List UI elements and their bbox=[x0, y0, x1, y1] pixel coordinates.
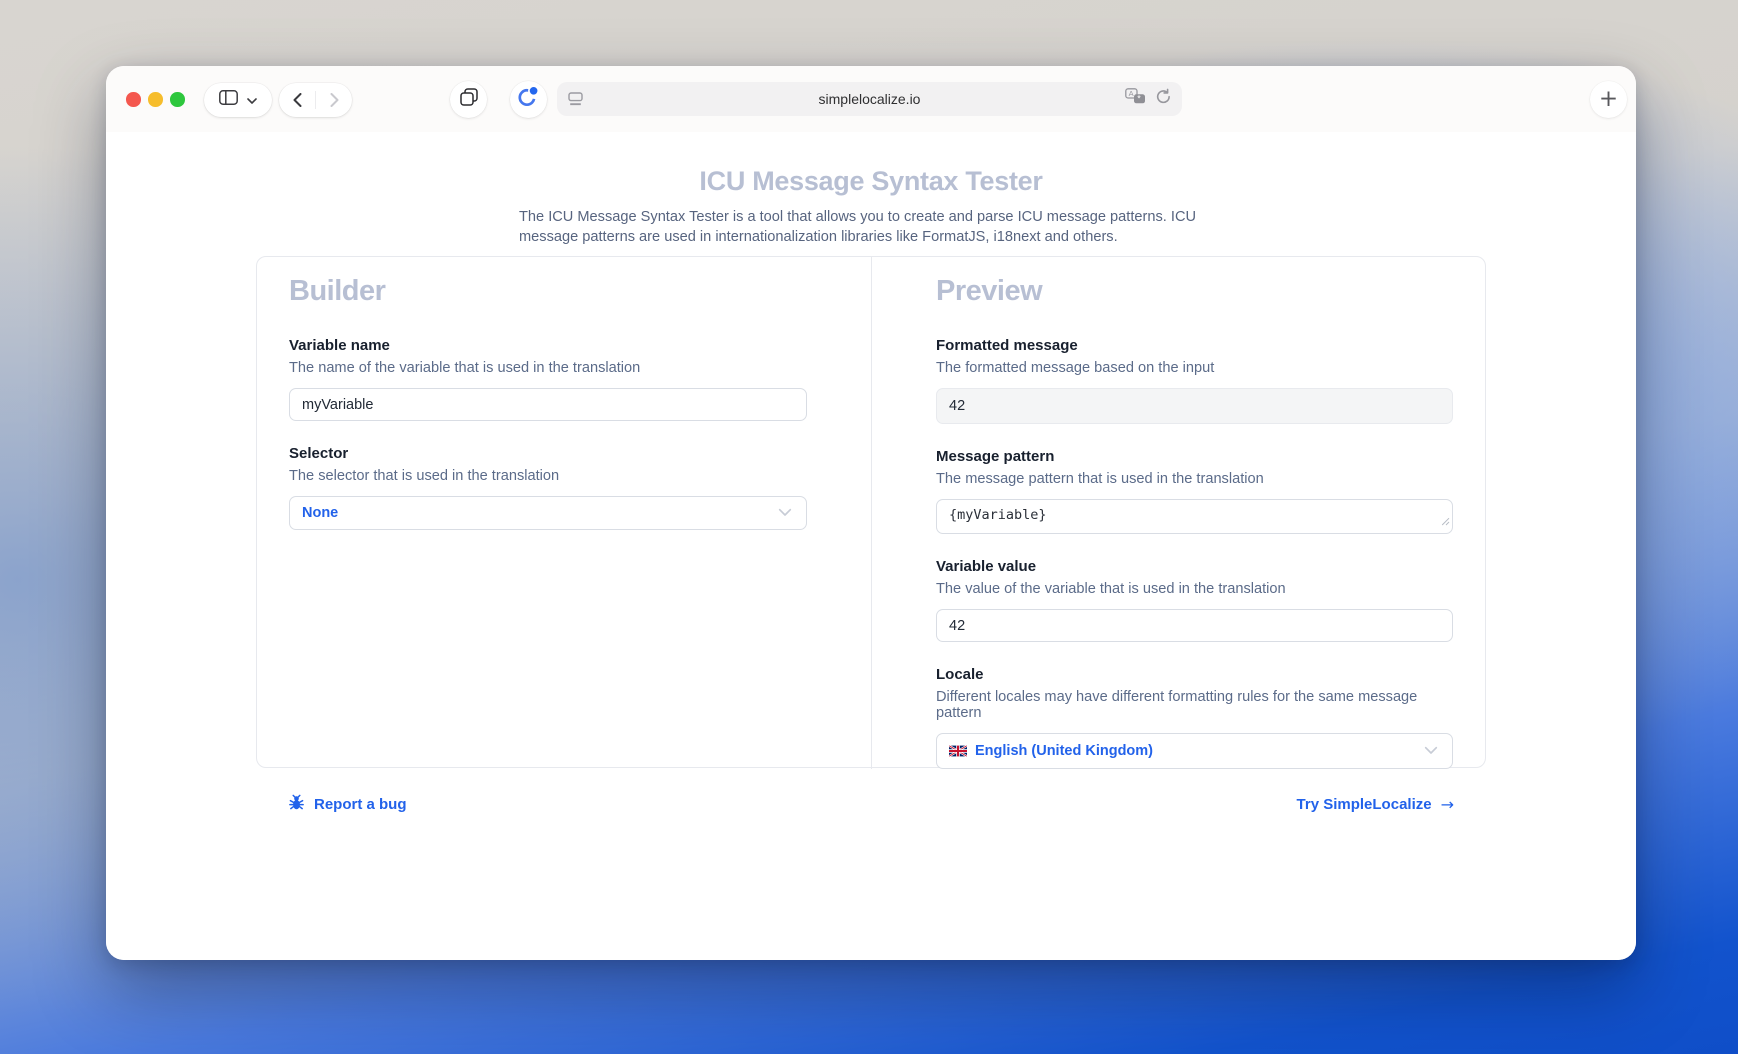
reload-icon[interactable] bbox=[1155, 88, 1172, 110]
page-title: ICU Message Syntax Tester bbox=[106, 132, 1636, 197]
variable-value-label: Variable value bbox=[936, 558, 1453, 575]
formatted-message-description: The formatted message based on the input bbox=[936, 360, 1453, 376]
chevron-down-icon bbox=[778, 504, 792, 522]
chevron-down-icon bbox=[247, 91, 257, 109]
locale-description: Different locales may have different for… bbox=[936, 689, 1453, 721]
nav-buttons bbox=[279, 83, 352, 117]
selector-value: None bbox=[302, 505, 338, 521]
browser-window: simplelocalize.io A * bbox=[106, 66, 1636, 960]
window-controls bbox=[126, 92, 185, 107]
footer: Report a bug Try SimpleLocalize → bbox=[256, 794, 1486, 815]
page-settings-icon[interactable] bbox=[568, 92, 583, 111]
variable-name-label: Variable name bbox=[289, 337, 807, 354]
variable-value-input[interactable] bbox=[936, 609, 1453, 642]
tester-card: Builder Variable name The name of the va… bbox=[256, 256, 1486, 768]
back-button[interactable] bbox=[279, 83, 315, 117]
page-subtitle: The ICU Message Syntax Tester is a tool … bbox=[519, 208, 1223, 247]
preview-panel: Preview Formatted message The formatted … bbox=[871, 257, 1485, 769]
selector-label: Selector bbox=[289, 445, 807, 462]
report-bug-label: Report a bug bbox=[314, 796, 407, 813]
browser-toolbar: simplelocalize.io A * bbox=[106, 66, 1636, 132]
message-pattern-label: Message pattern bbox=[936, 448, 1453, 465]
builder-heading: Builder bbox=[289, 275, 807, 308]
tab-overview-button[interactable] bbox=[450, 81, 487, 118]
formatted-message-value: 42 bbox=[949, 398, 965, 414]
try-simplelocalize-label: Try SimpleLocalize bbox=[1297, 796, 1432, 813]
sidebar-toggle-button[interactable] bbox=[204, 83, 272, 117]
svg-text:*: * bbox=[1137, 94, 1141, 104]
desktop-wallpaper: simplelocalize.io A * bbox=[0, 0, 1738, 1054]
report-bug-link[interactable]: Report a bug bbox=[288, 794, 407, 815]
message-pattern-textarea[interactable]: {myVariable} bbox=[936, 499, 1453, 534]
variable-name-description: The name of the variable that is used in… bbox=[289, 360, 807, 376]
minimize-button[interactable] bbox=[148, 92, 163, 107]
locale-value: English (United Kingdom) bbox=[975, 743, 1153, 759]
chevron-down-icon bbox=[1424, 742, 1438, 760]
formatted-message-field: Formatted message The formatted message … bbox=[936, 337, 1453, 424]
try-simplelocalize-link[interactable]: Try SimpleLocalize → bbox=[1297, 795, 1454, 814]
close-button[interactable] bbox=[126, 92, 141, 107]
svg-text:A: A bbox=[1129, 89, 1134, 98]
address-bar[interactable]: simplelocalize.io A * bbox=[557, 82, 1182, 116]
address-text: simplelocalize.io bbox=[557, 91, 1182, 107]
builder-panel: Builder Variable name The name of the va… bbox=[257, 257, 871, 769]
preview-heading: Preview bbox=[936, 275, 1453, 308]
selector-dropdown[interactable]: None bbox=[289, 496, 807, 530]
page-content: ICU Message Syntax Tester The ICU Messag… bbox=[106, 132, 1636, 960]
locale-label: Locale bbox=[936, 666, 1453, 683]
locale-field: Locale Different locales may have differ… bbox=[936, 666, 1453, 769]
plus-icon: + bbox=[1599, 88, 1618, 111]
variable-name-input[interactable] bbox=[289, 388, 807, 421]
new-tab-button[interactable]: + bbox=[1590, 81, 1627, 118]
formatted-message-label: Formatted message bbox=[936, 337, 1453, 354]
variable-value-description: The value of the variable that is used i… bbox=[936, 581, 1453, 597]
uk-flag-icon bbox=[949, 745, 967, 757]
locale-dropdown[interactable]: English (United Kingdom) bbox=[936, 733, 1453, 769]
sidebar-icon bbox=[219, 90, 238, 110]
arrow-right-icon: → bbox=[1441, 795, 1454, 814]
variable-name-field: Variable name The name of the variable t… bbox=[289, 337, 807, 421]
selector-field: Selector The selector that is used in th… bbox=[289, 445, 807, 530]
formatted-message-output: 42 bbox=[936, 388, 1453, 424]
message-pattern-description: The message pattern that is used in the … bbox=[936, 471, 1453, 487]
variable-value-field: Variable value The value of the variable… bbox=[936, 558, 1453, 642]
copy-icon bbox=[460, 88, 478, 111]
selector-description: The selector that is used in the transla… bbox=[289, 468, 807, 484]
translate-icon[interactable]: A * bbox=[1125, 88, 1146, 110]
bug-icon bbox=[288, 794, 305, 815]
extension-button[interactable] bbox=[510, 81, 547, 118]
forward-button[interactable] bbox=[316, 83, 352, 117]
extension-icon bbox=[517, 85, 540, 113]
message-pattern-field: Message pattern The message pattern that… bbox=[936, 448, 1453, 534]
zoom-button[interactable] bbox=[170, 92, 185, 107]
resize-handle-icon[interactable] bbox=[1441, 513, 1450, 531]
